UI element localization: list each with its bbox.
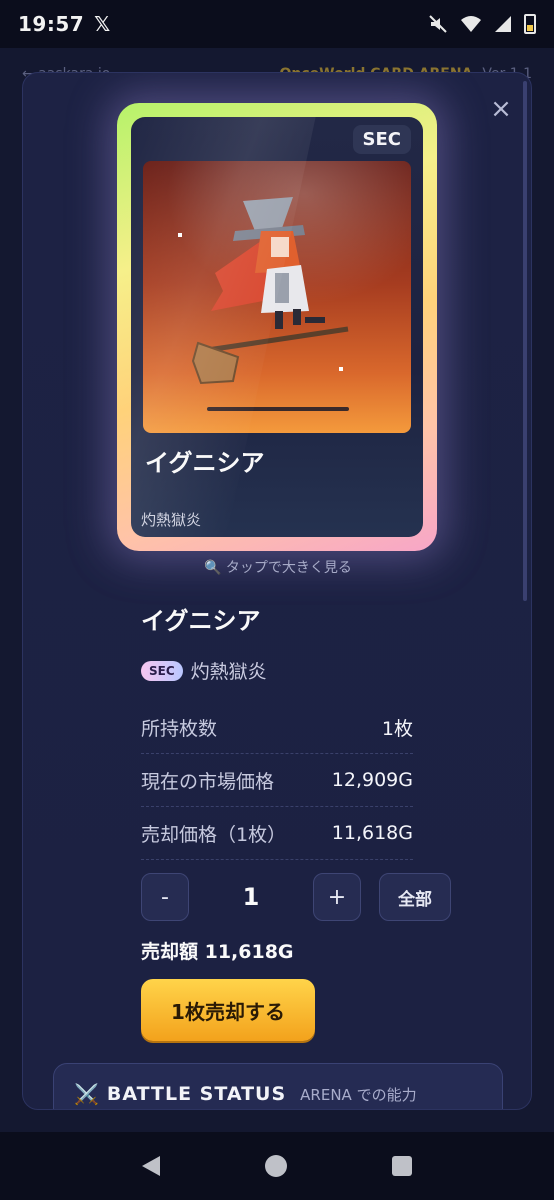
- sell-button[interactable]: 1枚売却する: [141, 979, 315, 1041]
- tap-to-enlarge-hint[interactable]: 🔍 タップで大きく見る: [23, 557, 531, 577]
- rarity-row: SEC 灼熱獄炎: [141, 657, 267, 684]
- card-detail-modal: × SEC イグニシア 灼熱獄炎 🔍 タップで大きく見る イグニシア SEC 灼…: [22, 72, 532, 1110]
- witch-on-broom-illustration: [178, 197, 349, 385]
- row-label: 所持枚数: [141, 717, 218, 740]
- card-info-table: 所持枚数 1枚 現在の市場価格 12,909G 売却価格（1枚） 11,618G: [141, 701, 413, 860]
- owned-count-row: 所持枚数 1枚: [141, 701, 413, 754]
- card-rarity-text: 灼熱獄炎: [141, 511, 202, 529]
- card-name: イグニシア: [145, 449, 265, 477]
- quantity-stepper: - 1 + 全部: [141, 873, 451, 921]
- row-label: 売却価格（1枚）: [141, 823, 287, 846]
- artwork-ground-line: [207, 407, 349, 411]
- card-frame[interactable]: SEC イグニシア 灼熱獄炎: [117, 103, 437, 551]
- market-price-row: 現在の市場価格 12,909G: [141, 754, 413, 807]
- card-title: イグニシア: [141, 607, 261, 635]
- home-nav-icon[interactable]: [264, 1155, 287, 1177]
- battle-status-header: ⚔️ BATTLE STATUS ARENA での能力: [74, 1082, 417, 1106]
- crossed-swords-icon: ⚔️: [74, 1082, 99, 1106]
- increment-button[interactable]: +: [313, 873, 361, 921]
- battery-icon: [524, 14, 536, 34]
- select-all-button[interactable]: 全部: [379, 873, 451, 921]
- system-navigation-bar: [0, 1132, 554, 1200]
- row-label: 現在の市場価格: [141, 770, 275, 793]
- battle-status-title: BATTLE STATUS: [106, 1083, 287, 1105]
- row-value: 1枚: [381, 717, 413, 740]
- signal-icon: [495, 16, 511, 32]
- card-artwork: [143, 161, 411, 433]
- quantity-value: 1: [242, 883, 260, 911]
- rarity-pill: SEC: [141, 660, 183, 681]
- rarity-label: 灼熱獄炎: [190, 661, 267, 683]
- card[interactable]: SEC イグニシア 灼熱獄炎: [131, 117, 423, 537]
- decrement-button[interactable]: -: [141, 873, 189, 921]
- sell-total: 売却額 11,618G: [141, 941, 294, 963]
- battle-status-section[interactable]: ⚔️ BATTLE STATUS ARENA での能力: [53, 1063, 503, 1109]
- sell-price-row: 売却価格（1枚） 11,618G: [141, 807, 413, 860]
- battle-status-subtitle: ARENA での能力: [300, 1085, 417, 1104]
- recents-nav-icon[interactable]: [391, 1156, 412, 1176]
- status-bar: 19:57 𝕏: [0, 0, 554, 48]
- modal-scrollbar[interactable]: [523, 81, 527, 601]
- status-icons: [428, 14, 536, 34]
- back-nav-icon[interactable]: [142, 1156, 161, 1176]
- close-button[interactable]: ×: [489, 96, 513, 122]
- wifi-icon: [461, 16, 481, 32]
- row-value: 12,909G: [331, 769, 413, 791]
- card-rarity-badge: SEC: [352, 125, 411, 154]
- mute-icon: [429, 15, 447, 33]
- x-app-icon: 𝕏: [94, 12, 111, 36]
- clock: 19:57: [18, 12, 85, 36]
- row-value: 11,618G: [331, 822, 413, 844]
